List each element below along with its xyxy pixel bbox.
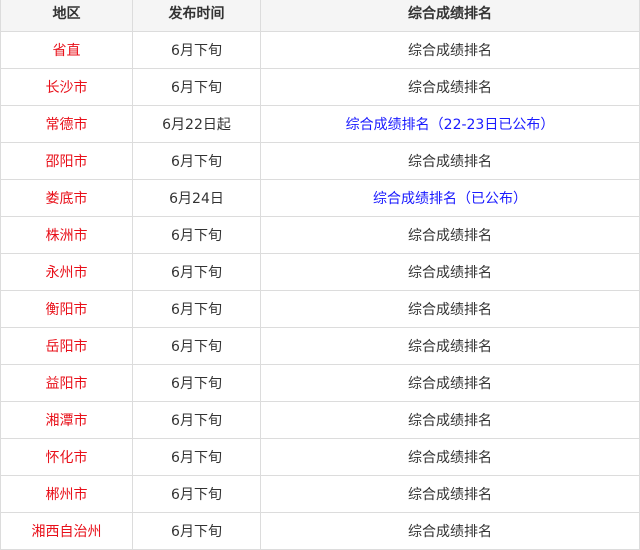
release-time-cell: 6月下旬 (132, 31, 261, 69)
release-time-cell: 6月24日 (132, 179, 261, 217)
ranking-cell: 综合成绩排名 (260, 290, 640, 328)
ranking-schedule-table: 地区 发布时间 综合成绩排名 省直 6月下旬 综合成绩排名 长沙市 6月下旬 综合成绩排名… (0, 0, 640, 550)
release-time-cell: 6月下旬 (132, 216, 261, 254)
region-cell[interactable]: 长沙市 (0, 68, 133, 106)
table-row: 益阳市 6月下旬 综合成绩排名 (0, 364, 640, 402)
release-time-cell: 6月下旬 (132, 290, 261, 328)
ranking-cell: 综合成绩排名 (260, 253, 640, 291)
region-cell[interactable]: 湘西自治州 (0, 512, 133, 550)
table-row: 长沙市 6月下旬 综合成绩排名 (0, 68, 640, 106)
region-cell[interactable]: 怀化市 (0, 438, 133, 476)
release-time-cell: 6月下旬 (132, 401, 261, 439)
table-row: 郴州市 6月下旬 综合成绩排名 (0, 475, 640, 513)
ranking-cell: 综合成绩排名 (260, 327, 640, 365)
region-cell[interactable]: 衡阳市 (0, 290, 133, 328)
region-cell[interactable]: 湘潭市 (0, 401, 133, 439)
release-time-cell: 6月下旬 (132, 475, 261, 513)
region-cell[interactable]: 益阳市 (0, 364, 133, 402)
table-row: 怀化市 6月下旬 综合成绩排名 (0, 438, 640, 476)
ranking-cell: 综合成绩排名 (260, 401, 640, 439)
ranking-cell: 综合成绩排名 (260, 68, 640, 106)
header-row: 地区 发布时间 综合成绩排名 (0, 0, 640, 32)
ranking-cell: 综合成绩排名 (260, 438, 640, 476)
release-time-cell: 6月下旬 (132, 253, 261, 291)
release-time-cell: 6月下旬 (132, 438, 261, 476)
table-row: 常德市 6月22日起 综合成绩排名（22-23日已公布） (0, 105, 640, 143)
release-time-cell: 6月下旬 (132, 327, 261, 365)
table-row: 邵阳市 6月下旬 综合成绩排名 (0, 142, 640, 180)
table-row: 湘潭市 6月下旬 综合成绩排名 (0, 401, 640, 439)
ranking-link[interactable]: 综合成绩排名（22-23日已公布） (260, 105, 640, 143)
ranking-cell: 综合成绩排名 (260, 142, 640, 180)
table-body: 省直 6月下旬 综合成绩排名 长沙市 6月下旬 综合成绩排名 常德市 6月22日起 综合成绩排名… (0, 31, 640, 550)
ranking-cell: 综合成绩排名 (260, 475, 640, 513)
region-cell[interactable]: 岳阳市 (0, 327, 133, 365)
table-row: 衡阳市 6月下旬 综合成绩排名 (0, 290, 640, 328)
table-row: 湘西自治州 6月下旬 综合成绩排名 (0, 512, 640, 550)
header-ranking: 综合成绩排名 (260, 0, 640, 32)
region-cell[interactable]: 常德市 (0, 105, 133, 143)
table-row: 株洲市 6月下旬 综合成绩排名 (0, 216, 640, 254)
region-cell[interactable]: 株洲市 (0, 216, 133, 254)
ranking-link[interactable]: 综合成绩排名（已公布） (260, 179, 640, 217)
table-row: 永州市 6月下旬 综合成绩排名 (0, 253, 640, 291)
table-header: 地区 发布时间 综合成绩排名 (0, 0, 640, 32)
ranking-cell: 综合成绩排名 (260, 216, 640, 254)
release-time-cell: 6月22日起 (132, 105, 261, 143)
ranking-cell: 综合成绩排名 (260, 31, 640, 69)
region-cell[interactable]: 邵阳市 (0, 142, 133, 180)
header-region: 地区 (0, 0, 133, 32)
region-cell[interactable]: 郴州市 (0, 475, 133, 513)
release-time-cell: 6月下旬 (132, 364, 261, 402)
region-cell[interactable]: 永州市 (0, 253, 133, 291)
release-time-cell: 6月下旬 (132, 68, 261, 106)
region-cell[interactable]: 省直 (0, 31, 133, 69)
table-row: 省直 6月下旬 综合成绩排名 (0, 31, 640, 69)
region-cell[interactable]: 娄底市 (0, 179, 133, 217)
ranking-cell: 综合成绩排名 (260, 364, 640, 402)
ranking-cell: 综合成绩排名 (260, 512, 640, 550)
table-row: 岳阳市 6月下旬 综合成绩排名 (0, 327, 640, 365)
release-time-cell: 6月下旬 (132, 142, 261, 180)
release-time-cell: 6月下旬 (132, 512, 261, 550)
table-row: 娄底市 6月24日 综合成绩排名（已公布） (0, 179, 640, 217)
header-release-time: 发布时间 (132, 0, 261, 32)
